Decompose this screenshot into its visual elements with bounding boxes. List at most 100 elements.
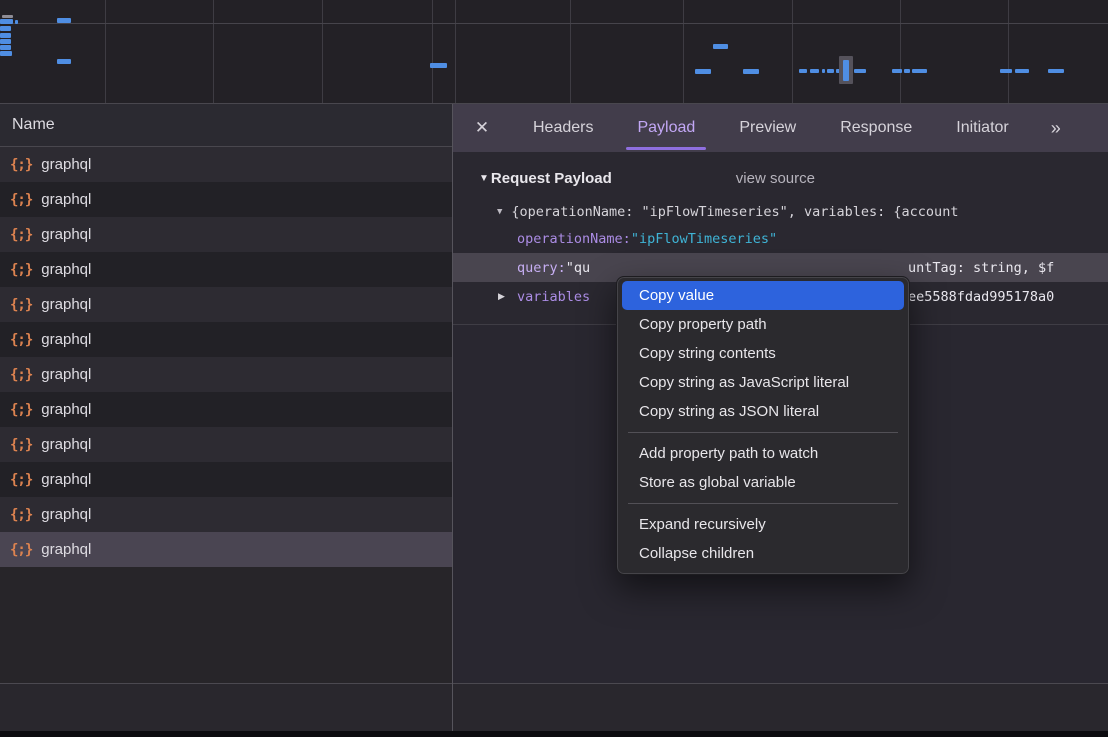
tab-payload[interactable]: Payload [620,104,712,152]
request-timing-bar[interactable] [0,39,11,44]
timeline-gridline [570,0,571,103]
menu-item-copy-string-as-javascript-literal[interactable]: Copy string as JavaScript literal [622,368,904,397]
object-preview-text: {operationName: "ipFlowTimeseries", vari… [511,204,958,220]
network-request-row[interactable]: {;} graphql [0,392,452,427]
network-request-row[interactable]: {;} graphql [0,532,452,567]
json-braces-icon: {;} [10,402,32,418]
tab-headers[interactable]: Headers [516,104,610,152]
request-timing-bar[interactable] [0,19,13,24]
timeline-lane-divider [0,23,1108,24]
json-braces-icon: {;} [10,157,32,173]
request-name-label: graphql [41,366,91,383]
request-timing-bar[interactable] [904,69,910,73]
tab-preview[interactable]: Preview [722,104,813,152]
request-timing-bar[interactable] [15,20,18,24]
menu-item-copy-property-path[interactable]: Copy property path [622,310,904,339]
panel-divider[interactable] [452,104,453,731]
request-timing-bar[interactable] [799,69,807,73]
key-separator: : [623,231,631,247]
request-timing-bar[interactable] [743,69,759,74]
tab-label: Initiator [956,119,1008,137]
request-rows-container: {;} graphql {;} graphql {;} graphql {;} graphql… [0,147,452,567]
network-request-row[interactable]: {;} graphql [0,287,452,322]
menu-item-copy-value[interactable]: Copy value [622,281,904,310]
request-name-label: graphql [41,226,91,243]
network-request-row[interactable]: {;}graphql [0,217,452,252]
network-request-row[interactable]: {;}graphql [0,182,452,217]
request-name-label: graphql [41,471,91,488]
request-timing-bar[interactable] [0,26,11,31]
payload-object-preview-row[interactable]: ▼ {operationName: "ipFlowTimeseries", va… [453,200,1108,224]
json-braces-icon: {;} [10,542,32,558]
request-timing-bar[interactable] [1015,69,1029,73]
network-request-row[interactable]: {;}graphql [0,427,452,462]
devtools-window: Name {;}graphql{;}graphql{;}graphql{;}gr… [0,0,1108,737]
tab-response[interactable]: Response [823,104,929,152]
property-value-right: untTag: string, $f [908,253,1054,282]
request-timing-bar[interactable] [57,18,71,23]
request-timing-bar[interactable] [0,51,12,56]
collapse-triangle-icon[interactable]: ▼ [479,173,489,184]
timeline-gridline [432,0,433,103]
key-separator: : [558,260,566,276]
request-timing-bar[interactable] [713,44,728,49]
close-details-icon[interactable]: ✕ [453,104,511,152]
request-name-label: graphql [41,191,91,208]
tab-label: Payload [637,119,695,137]
network-request-row[interactable]: {;}graphql [0,252,452,287]
request-name-label: graphql [41,541,91,558]
request-timing-bar[interactable] [810,69,819,73]
view-source-link[interactable]: view source [736,170,815,187]
request-name-label: graphql [41,156,91,173]
window-bottom-edge [0,731,1108,737]
request-timing-bar[interactable] [827,69,834,73]
menu-separator [628,432,898,433]
more-tabs-icon[interactable]: » [1037,104,1073,152]
request-timing-bar[interactable] [843,60,849,81]
request-timing-bar[interactable] [912,69,927,73]
timeline-gridline [105,0,106,103]
json-braces-icon: {;} [10,507,32,523]
network-request-row[interactable]: {;}graphql [0,497,452,532]
timeline-gridline [900,0,901,103]
details-tabs: Headers Payload Preview Response Initiator [511,104,1031,152]
menu-separator [628,503,898,504]
request-timing-bar[interactable] [695,69,711,74]
name-column-header[interactable]: Name [0,104,452,147]
request-name-label: graphql [41,296,91,313]
tab-initiator[interactable]: Initiator [939,104,1025,152]
request-timing-bar[interactable] [892,69,902,73]
menu-item-expand-recursively[interactable]: Expand recursively [622,510,904,539]
network-overview-timeline[interactable] [0,0,1108,104]
expand-triangle-icon[interactable]: ▶ [498,291,505,302]
request-timing-bar[interactable] [1000,69,1012,73]
request-name-label: graphql [41,261,91,278]
menu-item-copy-string-contents[interactable]: Copy string contents [622,339,904,368]
menu-item-store-as-global-variable[interactable]: Store as global variable [622,468,904,497]
request-timing-bar[interactable] [2,15,13,18]
network-request-row[interactable]: {;}graphql [0,357,452,392]
request-timing-bar[interactable] [0,33,11,38]
payload-row-operationname[interactable]: operationName: "ipFlowTimeseries" [453,224,1108,253]
request-name-label: graphql [41,436,91,453]
summary-footer-bar [0,683,1108,731]
property-value-left: "qu [566,260,590,276]
menu-item-copy-string-as-json-literal[interactable]: Copy string as JSON literal [622,397,904,426]
network-request-row[interactable]: {;}graphql [0,462,452,497]
tab-label: Preview [739,119,796,137]
request-timing-bar[interactable] [57,59,71,64]
json-braces-icon: {;} [10,297,32,313]
network-request-row[interactable]: {;}graphql [0,322,452,357]
timeline-gridline [455,0,456,103]
section-title: Request Payload [491,170,612,187]
menu-item-add-property-path-to-watch[interactable]: Add property path to watch [622,439,904,468]
request-timing-bar[interactable] [430,63,447,68]
request-timing-bar[interactable] [854,69,866,73]
collapse-triangle-icon[interactable]: ▼ [497,207,502,217]
request-timing-bar[interactable] [0,45,11,50]
request-timing-bar[interactable] [822,69,825,73]
menu-item-collapse-children[interactable]: Collapse children [622,539,904,568]
request-timing-bar[interactable] [1048,69,1064,73]
network-request-row[interactable]: {;} graphql [0,147,452,182]
request-name-label: graphql [41,401,91,418]
